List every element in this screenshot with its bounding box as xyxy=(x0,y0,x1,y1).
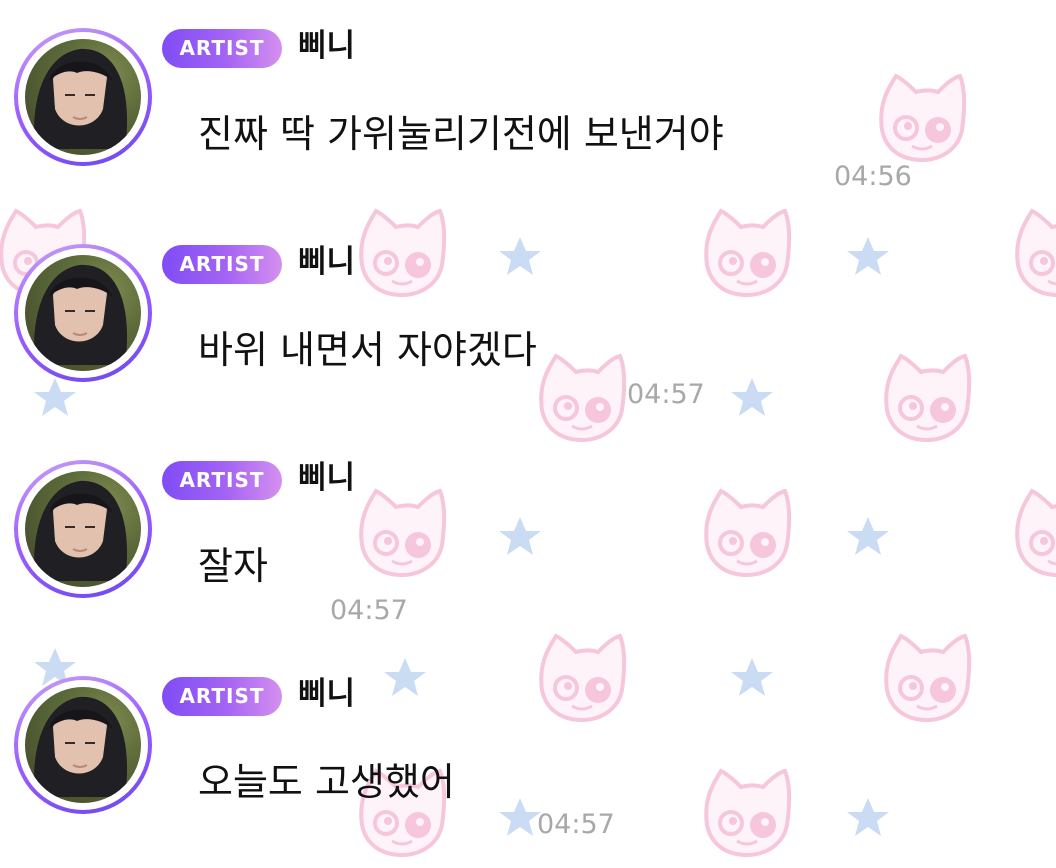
avatar-ring xyxy=(18,32,148,162)
chat-message: ARTIST 삐니 잘자 04:57 xyxy=(0,432,1056,642)
chat-message: ARTIST 삐니 바위 내면서 자야겠다 04:57 xyxy=(0,216,1056,426)
message-text[interactable]: 잘자 xyxy=(198,540,268,592)
sender-name: 삐니 xyxy=(298,460,356,496)
message-timestamp: 04:57 xyxy=(537,809,615,840)
message-timestamp: 04:57 xyxy=(330,595,408,626)
message-text[interactable]: 오늘도 고생했어 xyxy=(198,756,455,808)
message-timestamp: 04:56 xyxy=(834,161,912,192)
message-text[interactable]: 진짜 딱 가위눌리기전에 보낸거야 xyxy=(198,108,724,160)
sender-name: 삐니 xyxy=(298,676,356,712)
artist-badge: ARTIST xyxy=(162,677,282,716)
avatar-ring xyxy=(18,680,148,810)
avatar-ring xyxy=(18,248,148,378)
profile-photo xyxy=(25,255,141,371)
message-text[interactable]: 바위 내면서 자야겠다 xyxy=(198,324,537,376)
artist-badge: ARTIST xyxy=(162,29,282,68)
profile-photo xyxy=(25,471,141,587)
profile-photo xyxy=(25,39,141,155)
profile-photo xyxy=(25,687,141,803)
sender-name: 삐니 xyxy=(298,244,356,280)
artist-badge: ARTIST xyxy=(162,245,282,284)
avatar[interactable] xyxy=(14,244,152,382)
artist-badge: ARTIST xyxy=(162,461,282,500)
avatar[interactable] xyxy=(14,460,152,598)
message-timestamp: 04:57 xyxy=(627,379,705,410)
avatar-ring xyxy=(18,464,148,594)
avatar[interactable] xyxy=(14,28,152,166)
chat-message: ARTIST 삐니 진짜 딱 가위눌리기전에 보낸거야 04:56 xyxy=(0,0,1056,210)
chat-message: ARTIST 삐니 오늘도 고생했어 04:57 xyxy=(0,648,1056,858)
sender-name: 삐니 xyxy=(298,28,356,64)
avatar[interactable] xyxy=(14,676,152,814)
